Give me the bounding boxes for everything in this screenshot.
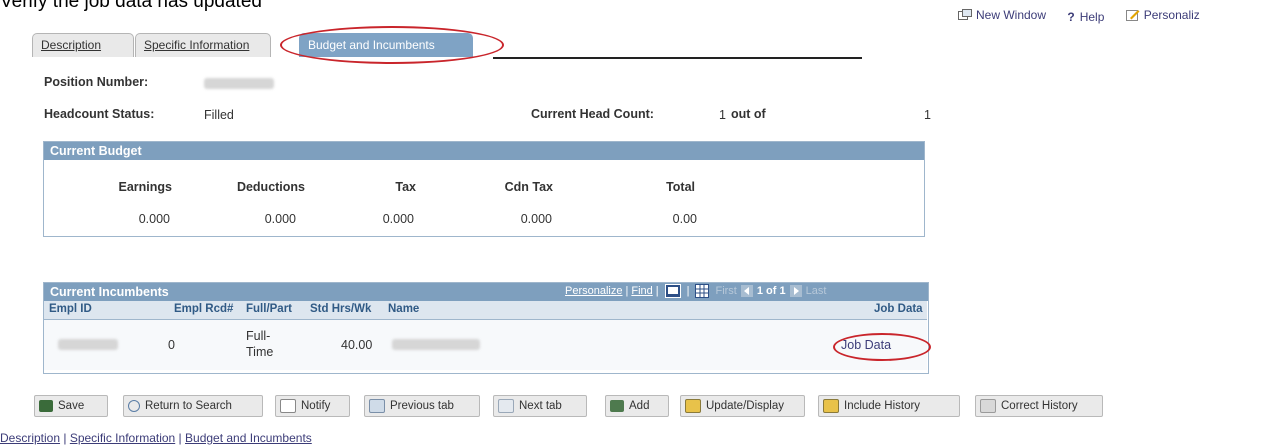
- table-row: [44, 320, 927, 370]
- full-part-value-line1: Full-: [246, 329, 271, 343]
- new-window-link[interactable]: New Window: [958, 8, 1046, 22]
- budget-header-total: Total: [666, 180, 695, 194]
- instruction-caption: Verify the job data has updated: [0, 0, 262, 12]
- add-button[interactable]: Add: [605, 395, 669, 417]
- next-tab-label: Next tab: [519, 400, 562, 412]
- col-std-hrs[interactable]: Std Hrs/Wk: [310, 303, 371, 315]
- personalize-label: Personaliz: [1143, 8, 1200, 22]
- footer-link-specific-information[interactable]: Specific Information: [70, 431, 175, 445]
- include-history-icon: [823, 399, 839, 413]
- help-label: Help: [1079, 10, 1105, 24]
- col-name[interactable]: Name: [388, 303, 419, 315]
- col-empl-id[interactable]: Empl ID: [49, 303, 92, 315]
- out-of-label: out of: [731, 107, 766, 121]
- grid-nav: Personalize | Find | | First 1 of 1 Last: [565, 284, 827, 298]
- grid-first-link[interactable]: First: [715, 285, 736, 297]
- tab-annotation-circle: [280, 26, 504, 64]
- next-arrow-icon[interactable]: [789, 285, 802, 297]
- job-data-annotation-circle: [833, 333, 931, 361]
- previous-tab-label: Previous tab: [390, 400, 454, 412]
- current-head-count-label: Current Head Count:: [531, 107, 654, 121]
- notify-icon: [280, 399, 296, 413]
- tab-description[interactable]: Description: [32, 33, 134, 57]
- empl-rcd-value: 0: [168, 338, 175, 352]
- download-grid-icon[interactable]: [695, 284, 710, 298]
- return-to-search-button[interactable]: Return to Search: [123, 395, 263, 417]
- notify-button[interactable]: Notify: [275, 395, 350, 417]
- budget-header-cdn-tax: Cdn Tax: [504, 180, 553, 194]
- notify-label: Notify: [301, 400, 331, 412]
- budget-value-earnings: 0.000: [138, 212, 170, 226]
- help-icon: ?: [1067, 10, 1075, 24]
- empl-id-value: [58, 339, 118, 350]
- budget-header-deductions: Deductions: [236, 180, 305, 194]
- new-window-label: New Window: [976, 8, 1047, 22]
- save-icon: [39, 400, 53, 412]
- view-all-icon[interactable]: [664, 284, 681, 298]
- previous-tab-button[interactable]: Previous tab: [364, 395, 480, 417]
- name-value: [392, 339, 480, 350]
- grid-personalize-link[interactable]: Personalize: [565, 285, 622, 297]
- tab-divider: [493, 57, 862, 59]
- top-links: New Window ? Help Personaliz: [958, 8, 1218, 24]
- current-incumbents-title: Current Incumbents: [50, 285, 169, 299]
- col-empl-rcd[interactable]: Empl Rcd#: [174, 303, 233, 315]
- position-number-value: [204, 78, 274, 89]
- correct-history-button[interactable]: Correct History: [975, 395, 1103, 417]
- out-of-value: 1: [924, 108, 931, 122]
- budget-header-tax: Tax: [395, 180, 416, 194]
- next-tab-button[interactable]: Next tab: [493, 395, 587, 417]
- headcount-status-label: Headcount Status:: [44, 107, 155, 121]
- help-link[interactable]: ? Help: [1067, 10, 1104, 24]
- footer-link-budget-and-incumbents[interactable]: Budget and Incumbents: [185, 431, 312, 445]
- prev-arrow-icon[interactable]: [740, 285, 753, 297]
- new-window-icon: [958, 9, 972, 20]
- previous-tab-icon: [369, 399, 385, 413]
- position-number-label: Position Number:: [44, 75, 149, 89]
- grid-last-link[interactable]: Last: [806, 285, 827, 297]
- col-full-part[interactable]: Full/Part: [246, 303, 292, 315]
- personalize-icon: [1125, 10, 1140, 21]
- budget-value-total: 0.00: [672, 212, 697, 226]
- full-part-value-line2: Time: [246, 345, 274, 359]
- std-hrs-value: 40.00: [341, 338, 373, 352]
- include-history-label: Include History: [844, 400, 921, 412]
- footer-link-description[interactable]: Description: [0, 431, 60, 445]
- current-budget-header: Current Budget: [44, 142, 924, 160]
- current-head-count-value: 1: [719, 108, 726, 122]
- budget-value-cdn-tax: 0.000: [520, 212, 552, 226]
- add-label: Add: [629, 400, 650, 412]
- footer-links: Description | Specific Information | Bud…: [0, 431, 312, 445]
- next-tab-icon: [498, 399, 514, 413]
- correct-history-label: Correct History: [1001, 400, 1078, 412]
- save-label: Save: [58, 400, 85, 412]
- budget-value-deductions: 0.000: [264, 212, 296, 226]
- correct-history-icon: [980, 399, 996, 413]
- budget-header-earnings: Earnings: [118, 180, 173, 194]
- col-job-data[interactable]: Job Data: [874, 303, 923, 315]
- budget-value-tax: 0.000: [382, 212, 414, 226]
- update-display-icon: [685, 399, 701, 413]
- return-to-search-label: Return to Search: [145, 400, 232, 412]
- update-display-label: Update/Display: [706, 400, 784, 412]
- add-icon: [610, 400, 624, 412]
- include-history-button[interactable]: Include History: [818, 395, 960, 417]
- search-icon: [128, 400, 140, 412]
- personalize-page-link[interactable]: Personaliz: [1125, 8, 1200, 22]
- headcount-status-value: Filled: [204, 108, 234, 122]
- tab-specific-information[interactable]: Specific Information: [135, 33, 271, 57]
- update-display-button[interactable]: Update/Display: [680, 395, 805, 417]
- save-button[interactable]: Save: [34, 395, 108, 417]
- grid-find-link[interactable]: Find: [631, 285, 652, 297]
- grid-range-text: 1 of 1: [756, 285, 786, 297]
